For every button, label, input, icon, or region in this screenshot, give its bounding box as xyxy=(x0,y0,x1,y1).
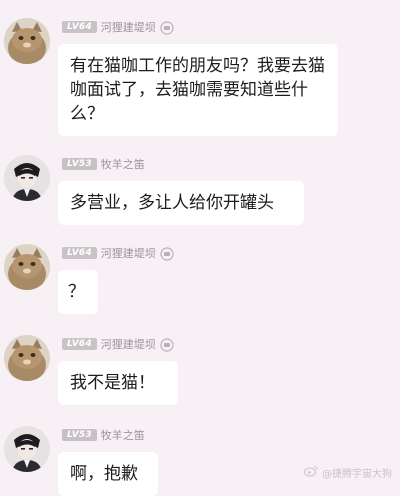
cat-avatar-icon xyxy=(4,244,50,290)
watermark-text: @捷腾宇宙大狗 xyxy=(322,469,392,480)
avatar[interactable] xyxy=(4,244,50,290)
message-bubble[interactable]: 多营业，多让人给你开罐头 xyxy=(58,181,304,225)
message-meta: LV53 牧羊之笛 xyxy=(62,155,145,173)
message-meta: LV64 河狸建堤坝 xyxy=(62,18,174,36)
username[interactable]: 牧羊之笛 xyxy=(101,427,145,443)
level-badge: LV64 xyxy=(62,247,97,259)
message-meta: LV64 河狸建堤坝 xyxy=(62,244,174,262)
weibo-icon xyxy=(303,465,318,480)
message-text: 有在猫咖工作的朋友吗？我要去猫咖面试了，去猫咖需要知道些什么？ xyxy=(70,56,325,124)
message-meta: LV64 河狸建堤坝 xyxy=(62,335,174,353)
username[interactable]: 河狸建堤坝 xyxy=(101,19,156,35)
watermark: @捷腾宇宙大狗 xyxy=(303,465,392,480)
chat-bubble-icon xyxy=(160,20,174,35)
message-text: ？ xyxy=(68,282,85,302)
avatar[interactable] xyxy=(4,155,50,201)
message-bubble[interactable]: 我不是猫！ xyxy=(58,361,178,405)
chat-bubble-icon xyxy=(160,337,174,352)
level-badge: LV64 xyxy=(62,338,97,350)
message-meta: LV53 牧羊之笛 xyxy=(62,426,145,444)
cat-avatar-icon xyxy=(4,18,50,64)
person-avatar-icon xyxy=(4,426,50,472)
message-bubble[interactable]: 啊，抱歉 xyxy=(58,452,158,496)
level-badge: LV53 xyxy=(62,158,97,170)
message-bubble[interactable]: ？ xyxy=(58,270,98,314)
avatar[interactable] xyxy=(4,18,50,64)
level-badge: LV53 xyxy=(62,429,97,441)
message-text: 啊，抱歉 xyxy=(70,464,138,484)
person-avatar-icon xyxy=(4,155,50,201)
avatar[interactable] xyxy=(4,426,50,472)
username[interactable]: 河狸建堤坝 xyxy=(101,245,156,261)
message-bubble[interactable]: 有在猫咖工作的朋友吗？我要去猫咖面试了，去猫咖需要知道些什么？ xyxy=(58,44,338,136)
cat-avatar-icon xyxy=(4,335,50,381)
message-text: 多营业，多让人给你开罐头 xyxy=(70,193,274,213)
username[interactable]: 河狸建堤坝 xyxy=(101,336,156,352)
level-badge: LV64 xyxy=(62,21,97,33)
chat-bubble-icon xyxy=(160,246,174,261)
username[interactable]: 牧羊之笛 xyxy=(101,156,145,172)
message-text: 我不是猫！ xyxy=(70,373,155,393)
avatar[interactable] xyxy=(4,335,50,381)
